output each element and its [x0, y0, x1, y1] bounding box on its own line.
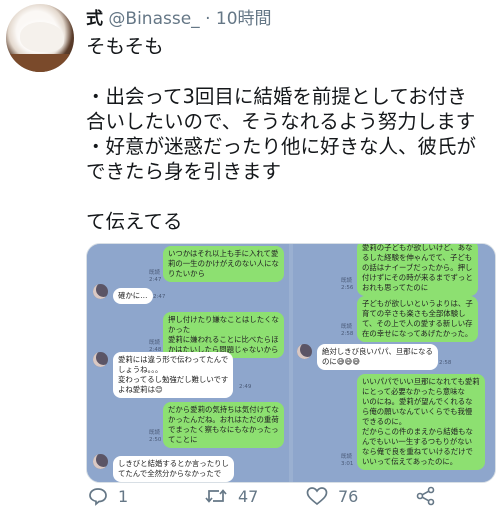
- reply-count: 1: [118, 486, 129, 506]
- chat-avatar: [297, 344, 312, 359]
- chat-timestamp: 既読 2:47: [149, 270, 162, 283]
- tweet-line: できたら身を引きます: [86, 160, 282, 183]
- avatar-photo-table: [6, 54, 74, 72]
- tweet-line: ・出会って3回目に結婚を前提としてお付き: [86, 85, 467, 108]
- avatar[interactable]: [6, 4, 74, 72]
- reply-button[interactable]: 1: [88, 486, 128, 506]
- chat-bubble-sent: いつかはそれ以上も手に入れて愛 莉の一生のかけがえのない人にな りたいから: [163, 246, 284, 282]
- retweet-button[interactable]: 47: [204, 486, 258, 506]
- chat-bubble-received: 愛莉には違う形で伝わってたんで しょうね。。。 変わってるし勉強だし難しいです …: [113, 352, 234, 398]
- chat-timestamp: 既読 2:50: [149, 430, 162, 443]
- chat-avatar: [93, 352, 108, 367]
- avatar-photo-cat: [20, 22, 64, 52]
- chat-timestamp: 既読 3:01: [341, 454, 354, 467]
- chat-timestamp: 既読 2:56: [341, 278, 354, 291]
- chat-screenshot-right[interactable]: 愛莉の子どもが欲しいけど、あな るした経験を伸ゃんでて、子ども の話はナイーブだ…: [293, 244, 495, 482]
- display-name[interactable]: 式: [86, 9, 103, 29]
- handle[interactable]: @Binasse_: [108, 9, 199, 29]
- retweet-count: 47: [238, 486, 259, 506]
- chat-timestamp: 2:58: [439, 360, 452, 366]
- like-button[interactable]: 76: [306, 486, 358, 506]
- chat-timestamp: 2:49: [239, 384, 252, 390]
- tweet-line: そもそも: [86, 35, 164, 58]
- separator: ·: [205, 9, 211, 29]
- chat-timestamp: 既読 2:58: [341, 324, 354, 337]
- reply-icon: [89, 488, 107, 506]
- chat-avatar: [93, 284, 108, 299]
- like-count: 76: [338, 486, 359, 506]
- tweet-line: 合いしたいので、そうなれるよう努力します: [86, 110, 476, 133]
- share-icon: [416, 486, 435, 506]
- share-button[interactable]: [416, 486, 436, 506]
- chat-bubble-sent: だから愛莉の気持ちは気付けてな かったんだね。おれはただの重荷 でまったく察もな…: [163, 402, 284, 448]
- tweet-line: ・好意が迷惑だったり他に好きな人、彼氏が: [86, 135, 477, 158]
- chat-timestamp: 2:47: [153, 294, 166, 300]
- chat-bubble-received: しきびと結婚するとか言ったりし てたんで全然分からなかったで: [113, 456, 234, 482]
- tweet-line: て伝えてる: [86, 210, 183, 233]
- tweet-header: 式 @Binasse_ · 10時間: [86, 4, 272, 29]
- tweet-actions: 1 47 76: [86, 486, 496, 514]
- timestamp[interactable]: 10時間: [216, 9, 272, 29]
- chat-bubble-received: 確かに…: [113, 288, 153, 304]
- retweet-icon: [205, 489, 227, 503]
- tweet-media[interactable]: いつかはそれ以上も手に入れて愛 莉の一生のかけがえのない人にな りたいから 既読…: [86, 243, 496, 483]
- tweet-text: そもそも ・出会って3回目に結婚を前提としてお付き 合いしたいので、そうなれるよ…: [86, 34, 496, 234]
- chat-avatar: [93, 454, 108, 469]
- chat-bubble-sent: いいパパでいい旦那になれても愛莉 にとって必要なかったら意味な いのにね。愛莉が…: [357, 374, 485, 470]
- like-icon: [306, 487, 328, 506]
- chat-bubble-received: 絶対しきび良いパパ、旦那になる のに😅😅😅: [317, 344, 438, 370]
- chat-bubble-sent: 愛莉の子どもが欲しいけど、あな るした経験を伸ゃんでて、子ども の話はナイーブだ…: [357, 244, 478, 296]
- chat-screenshot-left[interactable]: いつかはそれ以上も手に入れて愛 莉の一生のかけがえのない人にな りたいから 既読…: [87, 244, 289, 482]
- chat-bubble-sent: 子どもが欲しいというよりは、子 育ての辛さも楽さも全部体験し て、その上で人の愛…: [357, 296, 478, 342]
